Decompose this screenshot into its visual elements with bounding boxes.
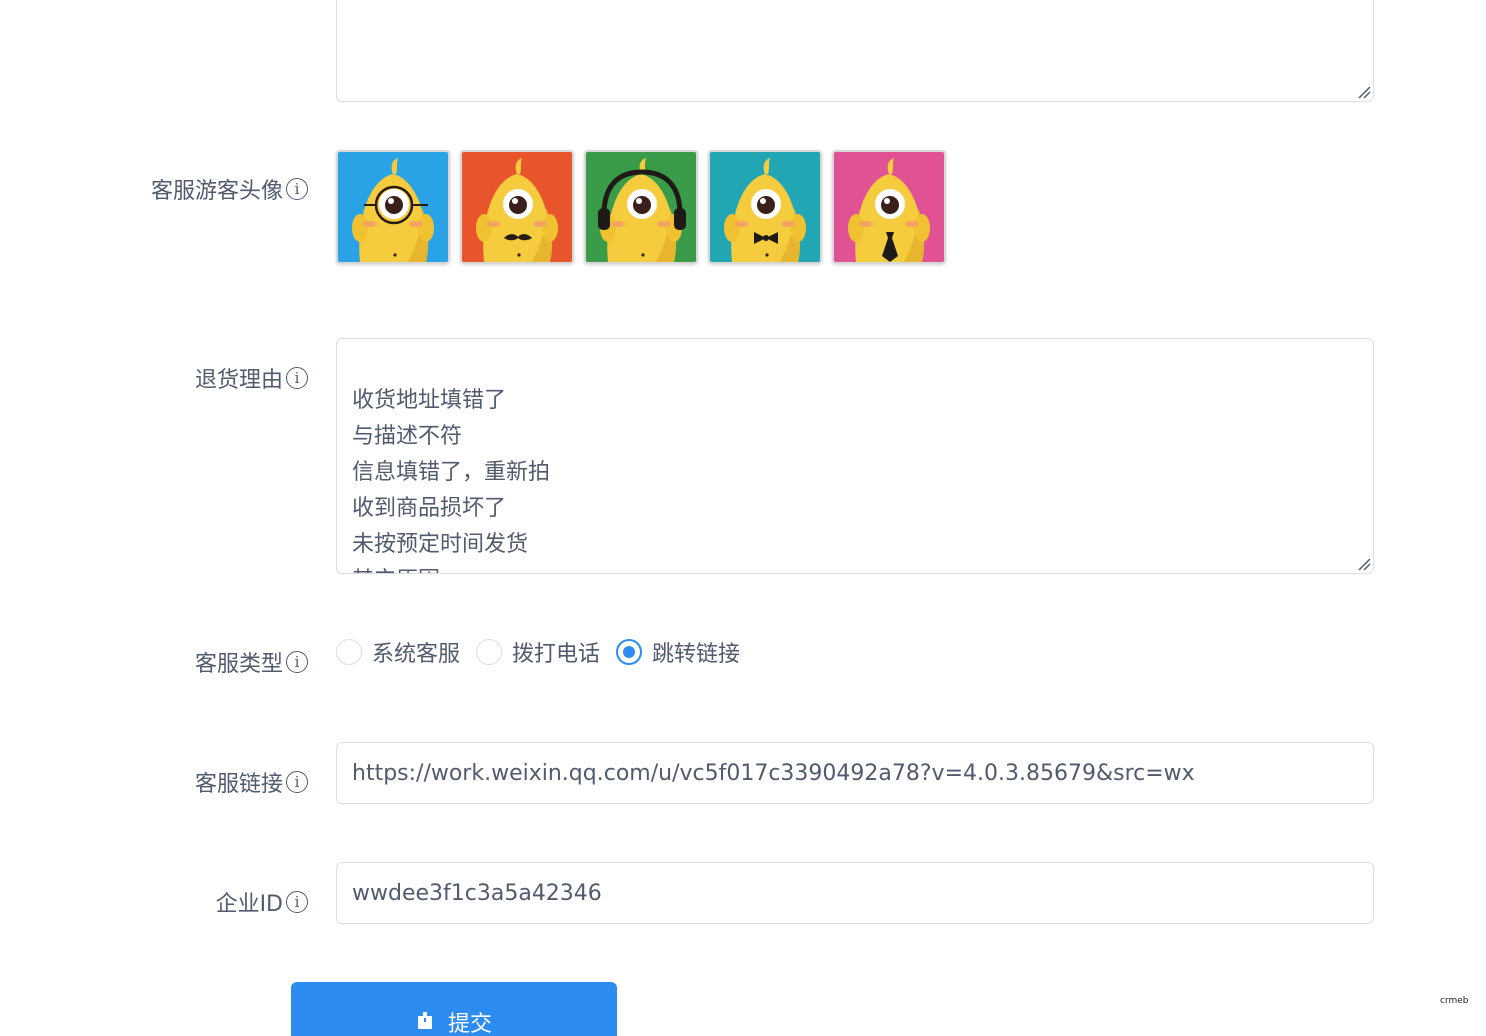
avatar-headphones-icon [586, 152, 696, 262]
info-icon[interactable]: i [286, 367, 308, 389]
save-icon [417, 1012, 432, 1029]
return-reason-label: 退货理由 i [195, 362, 308, 394]
avatar-necktie-icon [834, 152, 944, 262]
resize-handle-icon[interactable] [1357, 557, 1371, 571]
service-type-label: 客服类型 i [195, 646, 308, 678]
radio-label: 拨打电话 [512, 642, 601, 667]
avatar-mustache-icon [462, 152, 572, 262]
avatar-options [336, 150, 946, 264]
service-link-label-text: 客服链接 [194, 772, 283, 797]
avatar-option-necktie[interactable] [832, 150, 946, 264]
top-textarea[interactable] [336, 0, 1374, 102]
corp-id-label-text: 企业ID [215, 892, 283, 917]
service-link-input[interactable]: https://work.weixin.qq.com/u/vc5f017c339… [336, 742, 1374, 804]
info-icon[interactable]: i [286, 771, 308, 793]
radio-label: 系统客服 [372, 642, 461, 667]
avatar-option-mustache[interactable] [460, 150, 574, 264]
radio-jump-link[interactable]: 跳转链接 [616, 636, 740, 668]
resize-handle-icon[interactable] [1357, 85, 1371, 99]
avatar-label: 客服游客头像 i [151, 173, 308, 205]
service-type-radio-group: 系统客服 拨打电话 跳转链接 [336, 636, 756, 668]
corp-id-input[interactable]: wwdee3f1c3a5a42346 [336, 862, 1374, 924]
watermark-logo: crmeb [1440, 996, 1469, 1006]
avatar-option-headphones[interactable] [584, 150, 698, 264]
service-link-label: 客服链接 i [195, 766, 308, 798]
avatar-option-bowtie[interactable] [708, 150, 822, 264]
info-icon[interactable]: i [286, 891, 308, 913]
radio-system-service[interactable]: 系统客服 [336, 636, 460, 668]
settings-form-page: 客服游客头像 i 退货理由 i 收货地址填错了 与描述不符 信息填错了，重新拍 … [0, 0, 1486, 1036]
radio-phone-call[interactable]: 拨打电话 [476, 636, 600, 668]
info-icon[interactable]: i [286, 178, 308, 200]
service-type-label-text: 客服类型 [194, 652, 283, 677]
avatar-option-monocle[interactable] [336, 150, 450, 264]
return-reason-value: 收货地址填错了 与描述不符 信息填错了，重新拍 收到商品损坏了 未按预定时间发货… [352, 388, 551, 573]
radio-circle-checked[interactable] [616, 639, 643, 665]
avatar-label-text: 客服游客头像 [150, 179, 283, 204]
service-link-value: https://work.weixin.qq.com/u/vc5f017c339… [352, 760, 1195, 786]
avatar-monocle-icon [338, 152, 448, 262]
info-icon[interactable]: i [286, 651, 308, 673]
submit-label: 提交 [447, 1012, 492, 1036]
return-reason-textarea[interactable]: 收货地址填错了 与描述不符 信息填错了，重新拍 收到商品损坏了 未按预定时间发货… [336, 338, 1374, 574]
radio-label: 跳转链接 [652, 642, 741, 667]
corp-id-label: 企业ID i [216, 886, 308, 918]
avatar-bowtie-icon [710, 152, 820, 262]
return-reason-label-text: 退货理由 [194, 368, 283, 393]
submit-button[interactable]: 提交 [291, 982, 617, 1036]
radio-circle[interactable] [476, 639, 503, 665]
corp-id-value: wwdee3f1c3a5a42346 [352, 880, 602, 906]
radio-circle[interactable] [336, 639, 362, 665]
